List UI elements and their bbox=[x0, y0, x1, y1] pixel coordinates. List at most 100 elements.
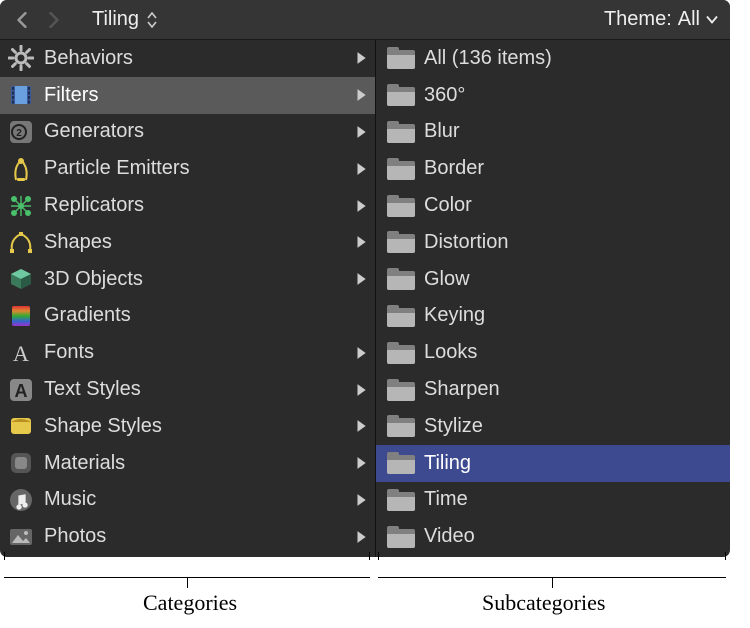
disclosure-triangle-icon bbox=[355, 346, 367, 360]
category-label: Music bbox=[44, 488, 347, 511]
theme-value: All bbox=[678, 8, 700, 31]
breadcrumb-label: Tiling bbox=[92, 8, 139, 31]
subcategory-label: Tiling bbox=[424, 452, 722, 475]
subcategory-row-all[interactable]: All (136 items) bbox=[376, 40, 730, 77]
theme-dropdown[interactable]: Theme: All bbox=[604, 8, 718, 31]
folder-icon bbox=[386, 80, 416, 110]
disclosure-triangle-icon bbox=[355, 125, 367, 139]
subcategory-row-distortion[interactable]: Distortion bbox=[376, 224, 730, 261]
subcategory-row-keying[interactable]: Keying bbox=[376, 298, 730, 335]
category-row-replicators[interactable]: Replicators bbox=[0, 187, 375, 224]
folder-icon bbox=[386, 154, 416, 184]
disclosure-triangle-icon bbox=[355, 456, 367, 470]
folder-icon bbox=[386, 191, 416, 221]
category-label: 3D Objects bbox=[44, 268, 347, 291]
numbered-icon: 2 bbox=[6, 117, 36, 147]
subcategory-row-time[interactable]: Time bbox=[376, 482, 730, 519]
subcategory-row-border[interactable]: Border bbox=[376, 150, 730, 187]
subcategory-row-video[interactable]: Video bbox=[376, 518, 730, 555]
breadcrumb[interactable]: Tiling bbox=[92, 8, 157, 31]
disclosure-triangle-icon bbox=[355, 162, 367, 176]
subcategory-label: Blur bbox=[424, 120, 722, 143]
shape-icon bbox=[6, 227, 36, 257]
shape-style-icon bbox=[6, 411, 36, 441]
library-browser: Tiling Theme: All Behaviors Filters 2 Gener… bbox=[0, 0, 730, 557]
subcategory-row-blur[interactable]: Blur bbox=[376, 114, 730, 151]
category-row-3d-objects[interactable]: 3D Objects bbox=[0, 261, 375, 298]
disclosure-triangle-icon bbox=[355, 88, 367, 102]
subcategory-label: Stylize bbox=[424, 415, 722, 438]
folder-icon bbox=[386, 411, 416, 441]
disclosure-triangle-icon bbox=[355, 235, 367, 249]
category-row-filters[interactable]: Filters bbox=[0, 77, 375, 114]
music-icon bbox=[6, 485, 36, 515]
subcategories-pane: All (136 items) 360° Blur Border Color Distor… bbox=[376, 40, 730, 557]
subcategory-row-glow[interactable]: Glow bbox=[376, 261, 730, 298]
category-row-behaviors[interactable]: Behaviors bbox=[0, 40, 375, 77]
folder-icon bbox=[386, 43, 416, 73]
category-label: Generators bbox=[44, 120, 347, 143]
folder-icon bbox=[386, 485, 416, 515]
subcategory-row-color[interactable]: Color bbox=[376, 187, 730, 224]
disclosure-triangle-icon bbox=[355, 530, 367, 544]
folder-icon bbox=[386, 375, 416, 405]
category-label: Text Styles bbox=[44, 378, 347, 401]
panes: Behaviors Filters 2 Generators Particle Emit… bbox=[0, 40, 730, 557]
category-row-music[interactable]: Music bbox=[0, 482, 375, 519]
category-row-text-styles[interactable]: A Text Styles bbox=[0, 371, 375, 408]
category-label: Shape Styles bbox=[44, 415, 347, 438]
categories-annotation: Categories bbox=[143, 590, 237, 616]
subcategory-label: 360° bbox=[424, 84, 722, 107]
category-row-shapes[interactable]: Shapes bbox=[0, 224, 375, 261]
back-button[interactable] bbox=[6, 4, 38, 36]
categories-bracket bbox=[4, 560, 370, 578]
category-row-particle-emitters[interactable]: Particle Emitters bbox=[0, 150, 375, 187]
subcategory-row-stylize[interactable]: Stylize bbox=[376, 408, 730, 445]
gradient-icon bbox=[6, 301, 36, 331]
category-label: Fonts bbox=[44, 341, 347, 364]
category-row-generators[interactable]: 2 Generators bbox=[0, 114, 375, 151]
category-label: Materials bbox=[44, 452, 347, 475]
material-icon bbox=[6, 448, 36, 478]
svg-text:A: A bbox=[15, 381, 28, 401]
folder-icon bbox=[386, 448, 416, 478]
subcategory-row-sharpen[interactable]: Sharpen bbox=[376, 371, 730, 408]
disclosure-triangle-icon bbox=[355, 419, 367, 433]
subcategory-row-looks[interactable]: Looks bbox=[376, 334, 730, 371]
subcategory-label: Sharpen bbox=[424, 378, 722, 401]
subcategory-label: Color bbox=[424, 194, 722, 217]
subcategory-label: Time bbox=[424, 488, 722, 511]
theme-label: Theme: bbox=[604, 8, 672, 31]
category-label: Shapes bbox=[44, 231, 347, 254]
category-label: Photos bbox=[44, 525, 347, 548]
category-row-photos[interactable]: Photos bbox=[0, 518, 375, 555]
category-label: Replicators bbox=[44, 194, 347, 217]
subcategory-row-360[interactable]: 360° bbox=[376, 77, 730, 114]
category-row-fonts[interactable]: AFonts bbox=[0, 334, 375, 371]
category-row-materials[interactable]: Materials bbox=[0, 445, 375, 482]
updown-icon bbox=[147, 12, 157, 28]
category-row-shape-styles[interactable]: Shape Styles bbox=[0, 408, 375, 445]
chevron-down-icon bbox=[706, 15, 718, 24]
folder-icon bbox=[386, 338, 416, 368]
categories-pane: Behaviors Filters 2 Generators Particle Emit… bbox=[0, 40, 376, 557]
subcategories-bracket bbox=[378, 560, 726, 578]
disclosure-triangle-icon bbox=[355, 383, 367, 397]
folder-icon bbox=[386, 264, 416, 294]
category-label: Filters bbox=[44, 84, 347, 107]
disclosure-triangle-icon bbox=[355, 493, 367, 507]
folder-icon bbox=[386, 301, 416, 331]
category-label: Particle Emitters bbox=[44, 157, 347, 180]
cube-icon bbox=[6, 264, 36, 294]
subcategory-label: Distortion bbox=[424, 231, 722, 254]
emitter-icon bbox=[6, 154, 36, 184]
filmstrip-icon bbox=[6, 80, 36, 110]
disclosure-triangle-icon bbox=[355, 51, 367, 65]
replicator-icon bbox=[6, 191, 36, 221]
folder-icon bbox=[386, 522, 416, 552]
subcategory-row-tiling[interactable]: Tiling bbox=[376, 445, 730, 482]
subcategory-label: Video bbox=[424, 525, 722, 548]
forward-button[interactable] bbox=[38, 4, 70, 36]
category-row-gradients[interactable]: Gradients bbox=[0, 298, 375, 335]
folder-icon bbox=[386, 117, 416, 147]
